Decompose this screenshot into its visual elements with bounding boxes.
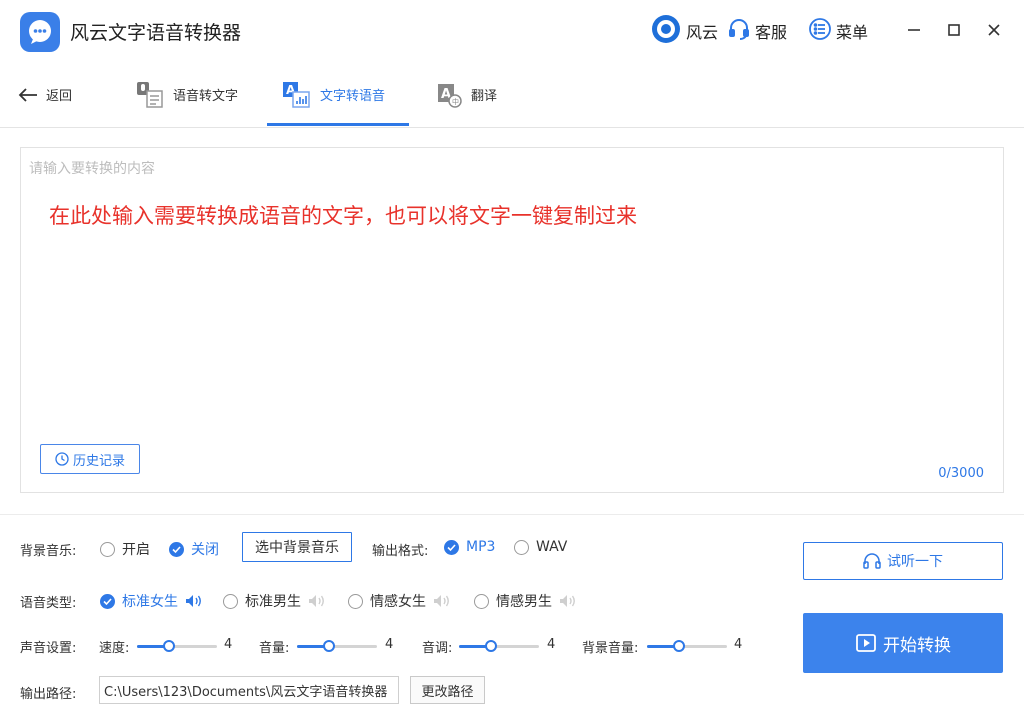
text-to-speech-icon: A	[283, 81, 310, 108]
headset-icon	[727, 17, 751, 45]
back-button[interactable]: 返回	[18, 62, 72, 127]
bg-volume-slider[interactable]	[647, 640, 727, 652]
tab-label: 翻译	[471, 89, 498, 104]
active-tab-indicator	[267, 123, 409, 126]
menu-icon	[808, 17, 832, 45]
history-label: 历史记录	[72, 453, 125, 469]
radio-label: 标准女生	[122, 594, 178, 610]
input-hint: 在此处输入需要转换成语音的文字，也可以将文字一键复制过来	[49, 204, 637, 228]
voice-label: 语音类型:	[20, 596, 77, 611]
history-button[interactable]: 历史记录	[40, 444, 140, 474]
start-label: 开始转换	[883, 635, 951, 656]
radio-checked-icon	[100, 593, 115, 609]
svg-text:中: 中	[452, 97, 459, 106]
voice-standard-male-radio[interactable]: 标准男生	[223, 591, 326, 611]
preview-listen-button[interactable]: 试听一下	[803, 542, 1003, 580]
radio-unchecked-icon	[514, 539, 529, 555]
tab-label: 语音转文字	[173, 89, 239, 104]
pitch-value: 4	[547, 637, 556, 652]
radio-label: 情感女生	[370, 594, 426, 610]
voice-emotional-female-radio[interactable]: 情感女生	[348, 591, 451, 611]
title-bar: 风云文字语音转换器 风云 客服 菜单	[0, 0, 1024, 62]
bgm-label: 背景音乐:	[20, 544, 77, 559]
convert-icon	[856, 634, 876, 652]
speaker-icon[interactable]	[185, 594, 203, 608]
radio-label: MP3	[466, 539, 496, 555]
listen-label: 试听一下	[887, 554, 943, 570]
tab-label: 文字转语音	[320, 89, 386, 104]
radio-checked-icon	[169, 541, 184, 557]
brand-logo-icon	[650, 13, 682, 49]
brand-button[interactable]: 风云	[650, 13, 719, 49]
close-icon	[988, 24, 1000, 36]
bg-volume-label: 背景音量:	[582, 641, 639, 656]
app-title: 风云文字语音转换器	[70, 22, 242, 44]
minimize-icon	[908, 29, 920, 31]
bg-volume-value: 4	[734, 637, 743, 652]
app-logo-icon	[20, 12, 60, 52]
service-label: 客服	[755, 23, 788, 42]
speech-to-text-icon	[137, 81, 163, 108]
radio-unchecked-icon	[223, 593, 238, 609]
pitch-slider[interactable]	[459, 640, 539, 652]
customer-service-button[interactable]: 客服	[727, 16, 787, 46]
menu-button[interactable]: 菜单	[808, 16, 868, 46]
radio-label: 标准男生	[245, 594, 301, 610]
radio-checked-icon	[444, 539, 459, 555]
start-convert-button[interactable]: 开始转换	[803, 613, 1003, 673]
speed-slider[interactable]	[137, 640, 217, 652]
speaker-icon[interactable]	[308, 594, 326, 608]
volume-slider[interactable]	[297, 640, 377, 652]
tab-bar: 返回 语音转文字 A 文字转语音 A 中 翻译	[0, 62, 1024, 128]
speed-label: 速度:	[99, 641, 130, 656]
minimize-button[interactable]	[904, 20, 924, 40]
maximize-icon	[948, 24, 960, 36]
close-button[interactable]	[984, 20, 1004, 40]
volume-value: 4	[385, 637, 394, 652]
speaker-icon[interactable]	[559, 594, 577, 608]
slider-thumb[interactable]	[323, 640, 335, 652]
volume-label: 音量:	[259, 641, 290, 656]
maximize-button[interactable]	[944, 20, 964, 40]
text-editor: 在此处输入需要转换成语音的文字，也可以将文字一键复制过来 历史记录 0/3000	[20, 147, 1004, 493]
bgm-on-radio[interactable]: 开启	[100, 539, 150, 559]
speed-value: 4	[224, 637, 233, 652]
sound-label: 声音设置:	[20, 641, 77, 656]
char-count: 0/3000	[938, 466, 984, 481]
slider-thumb[interactable]	[485, 640, 497, 652]
radio-unchecked-icon	[348, 593, 363, 609]
radio-label: 开启	[122, 542, 150, 558]
text-input[interactable]	[29, 158, 989, 198]
speaker-icon[interactable]	[433, 594, 451, 608]
radio-label: WAV	[536, 539, 568, 555]
slider-thumb[interactable]	[673, 640, 685, 652]
format-wav-radio[interactable]: WAV	[514, 539, 567, 555]
voice-emotional-male-radio[interactable]: 情感男生	[474, 591, 577, 611]
bgm-off-radio[interactable]: 关闭	[169, 539, 219, 559]
select-bgm-button[interactable]: 选中背景音乐	[242, 532, 352, 562]
format-label: 输出格式:	[372, 544, 429, 559]
output-path-label: 输出路径:	[20, 687, 77, 702]
pitch-label: 音调:	[422, 641, 453, 656]
format-mp3-radio[interactable]: MP3	[444, 539, 495, 555]
menu-label: 菜单	[836, 23, 869, 42]
headphones-icon	[863, 553, 881, 569]
divider	[0, 514, 1024, 515]
radio-unchecked-icon	[474, 593, 489, 609]
voice-standard-female-radio[interactable]: 标准女生	[100, 591, 203, 611]
slider-thumb[interactable]	[163, 640, 175, 652]
back-label: 返回	[46, 89, 73, 104]
translate-icon: A 中	[438, 83, 462, 108]
output-path-input[interactable]	[99, 676, 399, 704]
tab-speech-to-text[interactable]: 语音转文字	[135, 62, 238, 127]
tab-translate[interactable]: A 中 翻译	[437, 62, 497, 127]
change-path-button[interactable]: 更改路径	[410, 676, 485, 704]
clock-icon	[55, 452, 69, 466]
tab-text-to-speech[interactable]: A 文字转语音	[282, 62, 385, 127]
radio-unchecked-icon	[100, 541, 115, 557]
radio-label: 情感男生	[496, 594, 552, 610]
radio-label: 关闭	[191, 542, 219, 558]
brand-label: 风云	[686, 23, 719, 42]
arrow-left-icon	[18, 87, 37, 102]
